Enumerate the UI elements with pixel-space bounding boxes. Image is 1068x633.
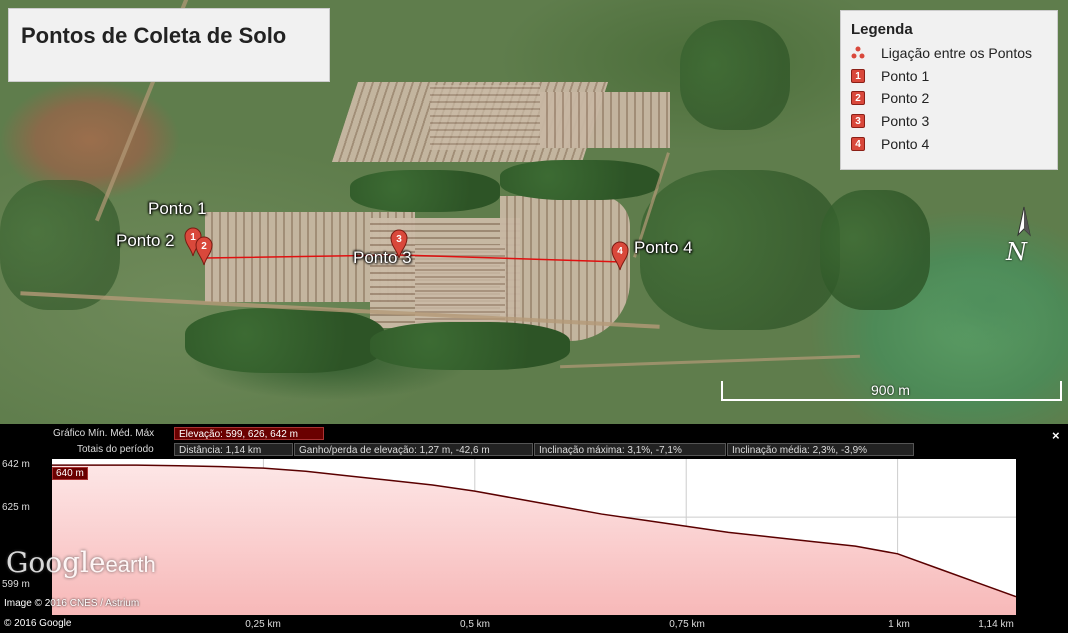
legend-label: Ponto 3 — [881, 113, 930, 130]
gain-loss-stat: Ganho/perda de elevação: 1,27 m, -42,6 m — [294, 443, 533, 456]
legend-label: Ligação entre os Pontos — [881, 45, 1032, 62]
north-label: N — [1006, 238, 1027, 266]
satellite-map[interactable]: 1234 Ponto 1 Ponto 2 Ponto 3 Ponto 4 Pon… — [0, 0, 1068, 424]
route-line[interactable] — [204, 254, 623, 263]
hover-value-label: 640 m — [52, 467, 88, 480]
point-1-label: Ponto 1 — [148, 199, 207, 218]
point-3-label: Ponto 3 — [353, 248, 412, 267]
x-tick-label: 0,5 km — [459, 619, 491, 630]
legend-title: Legenda — [851, 21, 913, 38]
chart-svg — [52, 459, 1016, 615]
map-marker-2[interactable]: 2 — [195, 236, 213, 266]
y-tick-label: 599 m — [2, 579, 30, 590]
scale-label: 900 m — [871, 382, 910, 398]
copyright: © 2016 Google — [4, 618, 72, 629]
elevation-stats[interactable]: Elevação: 599, 626, 642 m — [174, 427, 324, 440]
graph-label: Gráfico Mín. Méd. Máx — [53, 428, 155, 439]
legend-item-ponto-4: 4 Ponto 4 — [851, 132, 1047, 155]
y-tick-label: 625 m — [2, 502, 30, 513]
north-arrow-icon: N — [1004, 205, 1038, 267]
image-credit: Image © 2016 CNES / Astrium — [4, 598, 140, 609]
map-marker-4[interactable]: 4 — [611, 241, 629, 271]
scale-bar: 900 m — [721, 381, 1062, 401]
marker-number: 2 — [201, 241, 207, 252]
route-icon — [851, 46, 865, 59]
legend-label: Ponto 4 — [881, 135, 930, 152]
legend-item-route: Ligação entre os Pontos — [851, 42, 1047, 65]
google-earth-logo: Googleearth — [6, 546, 156, 579]
marker-number: 3 — [396, 234, 402, 245]
marker-2-icon: 2 — [851, 91, 865, 106]
marker-3-icon: 3 — [851, 114, 865, 129]
max-slope-stat: Inclinação máxima: 3,1%, -7,1% — [534, 443, 726, 456]
close-icon[interactable]: × — [1052, 428, 1060, 443]
legend-label: Ponto 2 — [881, 90, 930, 107]
map-title: Pontos de Coleta de Solo — [21, 23, 287, 48]
elevation-area — [52, 465, 1016, 615]
y-tick-label: 642 m — [2, 459, 30, 470]
x-tick-label: 1 km — [888, 619, 910, 630]
map-title-box: Pontos de Coleta de Solo — [8, 8, 330, 82]
logo-google: Google — [6, 546, 106, 579]
point-4-label: Ponto 4 — [634, 238, 693, 257]
legend-item-ponto-2: 2 Ponto 2 — [851, 87, 1047, 110]
marker-number: 1 — [190, 232, 196, 243]
avg-slope-stat: Inclinação média: 2,3%, -3,9% — [727, 443, 914, 456]
marker-4-icon: 4 — [851, 136, 865, 151]
totals-label: Totais do período — [77, 444, 154, 455]
marker-number: 4 — [617, 246, 623, 257]
legend-panel: Legenda Ligação entre os Pontos 1 Ponto … — [840, 10, 1058, 170]
marker-1-icon: 1 — [851, 68, 865, 83]
point-2-label: Ponto 2 — [116, 231, 175, 250]
legend-label: Ponto 1 — [881, 67, 930, 84]
logo-earth: earth — [105, 552, 156, 577]
x-tick-label: 0,75 km — [669, 619, 705, 630]
legend-item-ponto-1: 1 Ponto 1 — [851, 65, 1047, 88]
x-tick-label: 1,14 km — [978, 619, 1014, 630]
legend-item-ponto-3: 3 Ponto 3 — [851, 110, 1047, 133]
x-tick-label: 0,25 km — [245, 619, 281, 630]
distance-stat: Distância: 1,14 km — [174, 443, 293, 456]
elevation-chart[interactable]: 640 m — [52, 459, 1016, 615]
